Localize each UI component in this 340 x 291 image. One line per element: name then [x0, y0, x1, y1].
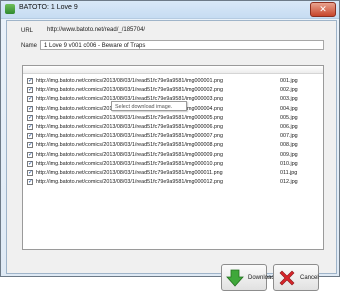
file-name: 007.jpg [280, 133, 298, 140]
image-url: http://img.batoto.net/comics/2013/08/03/… [36, 142, 224, 149]
image-url: http://img.batoto.net/comics/2013/08/03/… [36, 133, 224, 140]
url-field[interactable]: http://www.batoto.net/read/_/185704/ [44, 25, 318, 35]
image-url: http://img.batoto.net/comics/2013/08/03/… [36, 170, 223, 176]
app-window: BATOTO: 1 Love 9 ✕ URL http://www.batoto… [0, 0, 340, 291]
list-item[interactable]: ✓http://img.batoto.net/comics/2013/08/03… [25, 169, 321, 178]
dialog-content: URL http://www.batoto.net/read/_/185704/… [6, 20, 337, 291]
image-url: http://img.batoto.net/comics/2013/08/03/… [36, 114, 224, 121]
row-checkbox[interactable]: ✓ [27, 142, 33, 149]
name-field[interactable]: 1 Love 9 v001 c006 - Beware of Traps [40, 40, 324, 50]
list-item[interactable]: ✓http://img.batoto.net/comics/2013/08/03… [25, 178, 321, 187]
file-name: 009.jpg [280, 151, 298, 158]
image-url: http://img.batoto.net/comics/2013/08/03/… [36, 78, 224, 84]
close-icon: ✕ [319, 4, 327, 14]
row-checkbox[interactable]: ✓ [27, 160, 33, 167]
file-name: 001.jpg [280, 78, 298, 84]
title-bar[interactable]: BATOTO: 1 Love 9 ✕ [1, 1, 339, 19]
download-label: Download [248, 275, 275, 281]
list-item[interactable]: ✓http://img.batoto.net/comics/2013/08/03… [25, 151, 321, 160]
file-name: 006.jpg [280, 124, 298, 130]
row-checkbox[interactable]: ✓ [27, 114, 33, 121]
list-item[interactable]: ✓http://img.batoto.net/comics/2013/08/03… [25, 160, 321, 169]
name-label: Name [21, 43, 38, 49]
file-name: 008.jpg [280, 142, 298, 149]
row-checkbox[interactable]: ✓ [27, 133, 33, 140]
file-name: 002.jpg [280, 87, 298, 94]
file-name: 004.jpg [280, 105, 298, 112]
image-url: http://img.batoto.net/comics/2013/08/03/… [36, 179, 224, 186]
file-name: 005.jpg [280, 114, 298, 121]
list-item[interactable]: ✓http://img.batoto.net/comics/2013/08/03… [25, 123, 321, 132]
download-arrow-icon [226, 269, 244, 287]
row-checkbox[interactable]: ✓ [27, 170, 33, 176]
image-url: http://img.batoto.net/comics/2013/08/03/… [36, 160, 224, 167]
image-list[interactable]: ✓ http://img.batoto.net/comics/2013/08/03… [22, 65, 324, 250]
image-url: http://img.batoto.net/comics/2013/08/03/… [36, 124, 224, 130]
download-button[interactable]: Download [221, 264, 275, 291]
url-label: URL [21, 28, 34, 34]
file-name: 011.jpg [280, 170, 298, 176]
row-checkbox[interactable]: ✓ [27, 78, 33, 84]
list-item[interactable]: ✓http://img.batoto.net/comics/2013/08/03… [25, 114, 321, 123]
row-checkbox[interactable]: ✓ [27, 96, 33, 103]
row-checkbox[interactable]: ✓ [27, 151, 33, 158]
row-checkbox[interactable]: ✓ [27, 87, 33, 94]
list-item[interactable]: ✓http://img.batoto.net/comics/2013/08/03… [25, 141, 321, 150]
tooltip: Select download image. [111, 101, 187, 111]
file-name: 010.jpg [280, 160, 298, 167]
file-name: 012.jpg [280, 179, 298, 186]
cancel-label: Cancel [300, 275, 319, 281]
row-checkbox[interactable]: ✓ [27, 105, 33, 112]
window-title: BATOTO: 1 Love 9 [19, 4, 78, 11]
list-item[interactable]: ✓http://img.batoto.net/comics/2013/08/03… [25, 86, 321, 95]
row-checkbox[interactable]: ✓ [27, 124, 33, 130]
list-header [23, 66, 323, 74]
red-x-icon [279, 270, 295, 286]
list-item[interactable]: ✓http://img.batoto.net/comics/2013/08/03… [25, 132, 321, 141]
list-item[interactable]: ✓http://img.batoto.net/comics/2013/08/03… [25, 77, 321, 86]
row-checkbox[interactable]: ✓ [27, 179, 33, 186]
image-url: http://img.batoto.net/comics/2013/08/03/… [36, 151, 224, 158]
close-button[interactable]: ✕ [310, 2, 336, 17]
file-name: 003.jpg [280, 96, 298, 103]
cancel-button[interactable]: Cancel [273, 264, 319, 291]
app-icon [5, 4, 15, 14]
image-url: http://img.batoto.net/comics/2013/08/03/… [36, 87, 224, 94]
